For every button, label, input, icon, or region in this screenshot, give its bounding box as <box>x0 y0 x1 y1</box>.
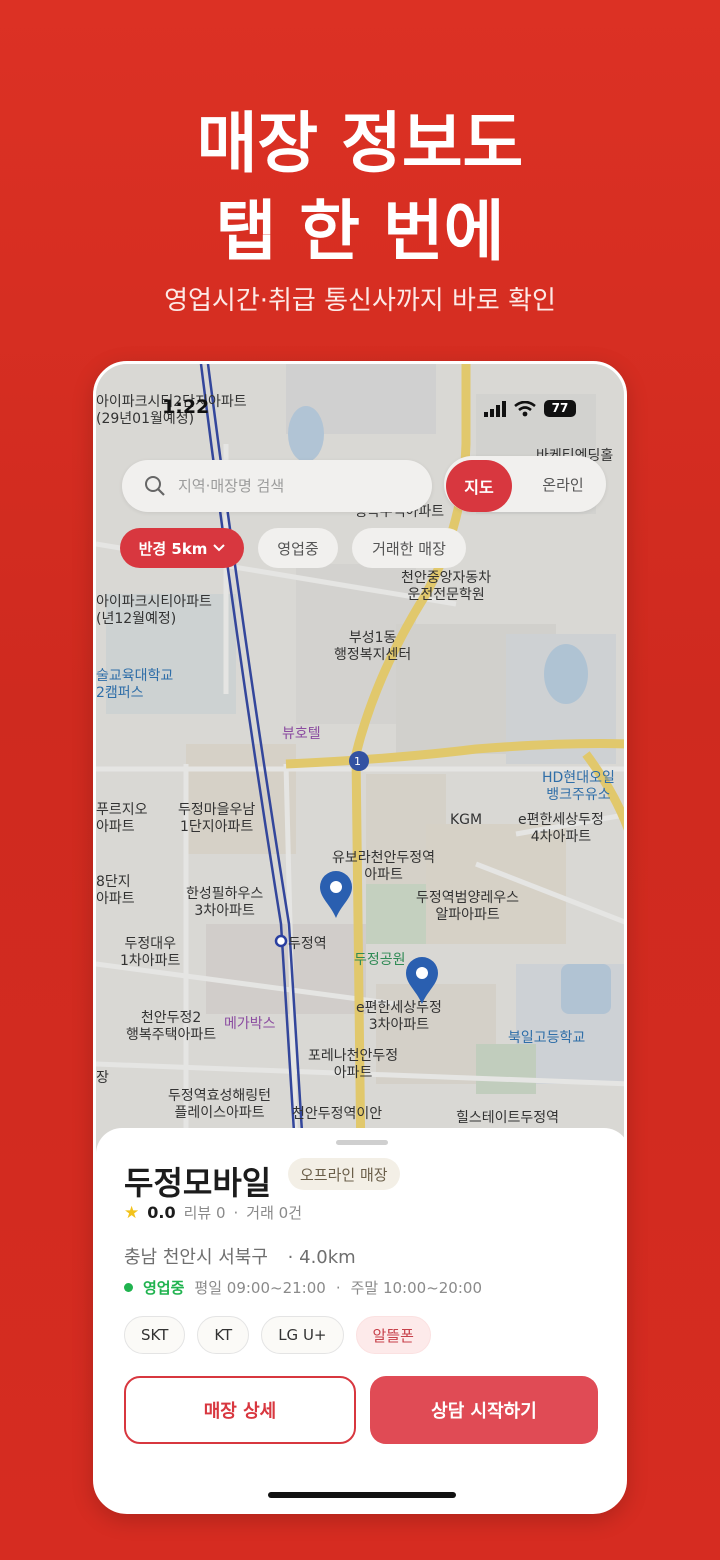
road-shield-label: 1 <box>354 755 361 768</box>
map-label-8danji: 8단지 아파트 <box>96 874 135 907</box>
sheet-drag-handle[interactable] <box>336 1140 388 1145</box>
status-icons: 77 <box>484 400 576 417</box>
star-icon: ★ <box>124 1202 140 1223</box>
store-type-badge: 오프라인 매장 <box>288 1158 400 1190</box>
store-name: 두정모바일 <box>124 1164 272 1202</box>
status-time: 1:22 <box>162 396 210 418</box>
store-pin-icon[interactable] <box>318 870 354 920</box>
map-label-hanseong: 한성필하우스 3차아파트 <box>186 886 264 919</box>
search-input[interactable] <box>178 477 408 495</box>
carrier-tag-skt: SKT <box>124 1316 186 1354</box>
map-label-epyeon-4: e편한세상두정 4차아파트 <box>518 812 604 845</box>
map-label-kgm: KGM <box>450 812 483 828</box>
map-label-cheonan2: 천안두정2 행복주택아파트 <box>126 1010 217 1043</box>
map-label-park: 두정공원 <box>354 952 406 968</box>
view-toggle: 지도 온라인 <box>444 456 606 512</box>
tab-map[interactable]: 지도 <box>446 460 512 512</box>
promo-subline: 영업시간·취급 통신사까지 바로 확인 <box>164 286 556 316</box>
rating-score: 0.0 <box>147 1203 176 1222</box>
store-pin-icon[interactable] <box>404 956 440 1006</box>
promo-headline-line1: 매장 정보도 <box>196 105 524 182</box>
map-label-apt-left: 아이파크시티아파트 (년12월예정) <box>96 594 212 627</box>
battery-indicator: 77 <box>544 400 576 417</box>
phone-screen: 아이파크시티2단지아파트(29년01월예정) 바케티엔딩홀 행복주택아파트 천안… <box>93 361 627 1514</box>
radius-filter-chip[interactable]: 반경 5km <box>120 528 244 568</box>
carrier-tags: SKT KT LG U+ 알뜰폰 <box>124 1316 431 1354</box>
map-label-megabox: 메가박스 <box>224 1016 276 1032</box>
wifi-icon <box>514 400 536 416</box>
station-marker-icon <box>274 934 288 948</box>
search-icon <box>145 476 165 496</box>
open-status-dot-icon <box>124 1283 133 1292</box>
store-detail-button[interactable]: 매장 상세 <box>124 1376 356 1444</box>
map-label-hyoseong: 두정역효성해링턴 플레이스아파트 <box>168 1088 272 1121</box>
map-label-porena: 포레나천안두정 아파트 <box>308 1048 399 1081</box>
map-label-prugio: 푸르지오 아파트 <box>96 802 148 835</box>
map-label-station: 두정역 <box>288 936 327 952</box>
map-label-driving-school: 천안중앙자동차 운전전문학원 <box>401 570 492 603</box>
map-label-hills: 힐스테이트두정역 <box>456 1110 560 1126</box>
carrier-tag-mvno: 알뜰폰 <box>355 1316 431 1354</box>
map-label-maeul: 두정마을우남 1단지아파트 <box>178 802 256 835</box>
map-label-bugil: 북일고등학교 <box>508 1030 586 1046</box>
weekday-hours: 평일 09:00~21:00 <box>194 1279 326 1297</box>
traded-filter-chip[interactable]: 거래한 매장 <box>352 528 466 568</box>
map-label-university: 술교육대학교 2캠퍼스 <box>96 668 174 701</box>
store-bottom-sheet: 두정모바일 오프라인 매장 ★ 0.0 리뷰 0 · 거래 0건 충남 천안시 … <box>96 1128 624 1511</box>
open-filter-chip[interactable]: 영업중 <box>258 528 338 568</box>
map-label-jang: 장 <box>96 1070 109 1086</box>
chevron-down-icon <box>213 544 226 552</box>
signal-icon <box>484 400 506 417</box>
carrier-tag-lgu: LG U+ <box>261 1316 344 1354</box>
map-label-welfare-center: 부성1동 행정복지센터 <box>334 630 412 663</box>
hours-separator: · <box>335 1278 341 1297</box>
rating-separator: · <box>233 1203 239 1222</box>
review-count: 리뷰 0 <box>183 1204 226 1222</box>
weekend-hours: 주말 10:00~20:00 <box>350 1279 482 1297</box>
store-address: 충남 천안시 서북구 <box>124 1247 268 1268</box>
carrier-tag-kt: KT <box>197 1316 250 1354</box>
search-bar[interactable] <box>122 460 432 512</box>
map-label-beomyang: 두정역범양레우스 알파아파트 <box>416 890 520 923</box>
promo-headline-line2: 탭 한 번에 <box>215 193 505 270</box>
start-consult-button[interactable]: 상담 시작하기 <box>370 1376 598 1444</box>
tab-online[interactable]: 온라인 <box>530 460 596 508</box>
rating-row: ★ 0.0 리뷰 0 · 거래 0건 <box>124 1202 302 1223</box>
map-label-daewoo: 두정대우 1차아파트 <box>120 936 181 969</box>
trade-count: 거래 0건 <box>246 1204 303 1222</box>
store-distance: · 4.0km <box>287 1247 356 1268</box>
hours-row: 영업중 평일 09:00~21:00 · 주말 10:00~20:00 <box>124 1277 482 1298</box>
map-label-ian: 천안두정역이안 <box>292 1106 383 1122</box>
radius-filter-label: 반경 5km <box>138 539 208 558</box>
open-status: 영업중 <box>143 1279 185 1297</box>
map-label-gas-station: HD현대오일 뱅크주유소 <box>542 770 615 803</box>
store-address-row: 충남 천안시 서북구 · 4.0km <box>124 1243 356 1269</box>
home-indicator[interactable] <box>268 1492 456 1498</box>
map-label-hotel: 뷰호텔 <box>282 726 321 742</box>
